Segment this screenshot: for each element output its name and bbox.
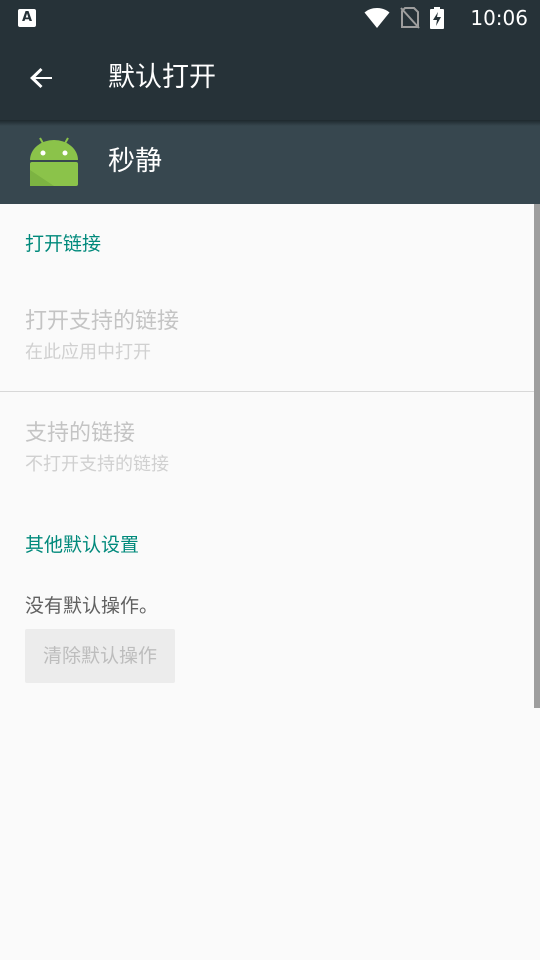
settings-list[interactable]: 打开链接 打开支持的链接 在此应用中打开 支持的链接 不打开支持的链接 其他默认… (0, 204, 540, 960)
app-header: 秒静 (0, 120, 540, 204)
pref-subtitle: 不打开支持的链接 (25, 454, 169, 475)
no-sim-icon (400, 7, 420, 29)
divider (0, 391, 540, 392)
pref-subtitle: 在此应用中打开 (25, 342, 151, 363)
app-bar: 默认打开 (0, 36, 540, 120)
app-name: 秒静 (108, 146, 162, 177)
section-title-other-defaults: 其他默认设置 (25, 534, 140, 556)
toolbar-shadow (0, 120, 540, 126)
battery-charging-icon (430, 7, 444, 29)
android-app-icon (26, 134, 82, 190)
notification-icon: A (18, 9, 36, 27)
status-icons (364, 7, 444, 29)
pref-title: 支持的链接 (25, 421, 136, 446)
clear-defaults-button[interactable]: 清除默认操作 (25, 629, 175, 683)
back-button[interactable] (24, 60, 60, 96)
clock: 10:06 (470, 6, 528, 30)
pref-title: 打开支持的链接 (25, 309, 180, 334)
no-defaults-message: 没有默认操作。 (25, 595, 159, 617)
status-bar: A 10:06 (0, 0, 540, 36)
wifi-icon (364, 8, 390, 28)
arrow-back-icon (30, 68, 52, 88)
section-title-open-links: 打开链接 (25, 233, 102, 255)
scrollbar[interactable] (534, 204, 540, 708)
page-title: 默认打开 (108, 62, 216, 93)
